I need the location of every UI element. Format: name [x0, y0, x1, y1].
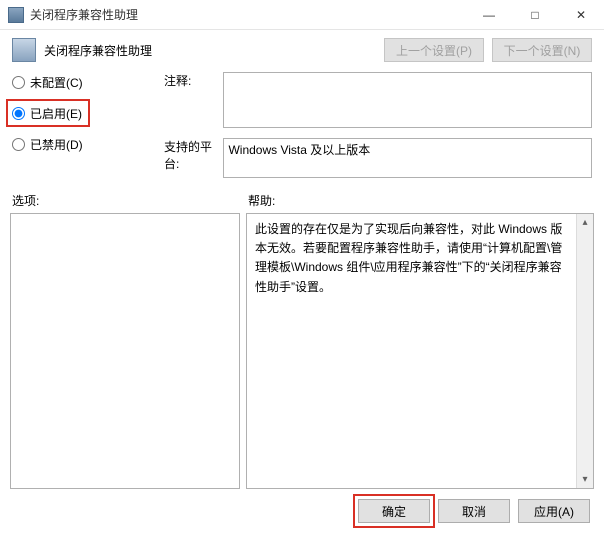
radio-disabled-label: 已禁用(D): [30, 136, 83, 153]
help-scrollbar[interactable]: ▴ ▾: [576, 214, 593, 488]
help-label: 帮助:: [248, 192, 592, 209]
options-label: 选项:: [12, 192, 248, 209]
title-bar: 关闭程序兼容性助理 — □ ✕: [0, 0, 604, 30]
next-setting-button[interactable]: 下一个设置(N): [492, 38, 592, 62]
apply-button[interactable]: 应用(A): [518, 499, 590, 523]
policy-title: 关闭程序兼容性助理: [44, 42, 376, 59]
platform-label: 支持的平台:: [164, 138, 215, 178]
cancel-button[interactable]: 取消: [438, 499, 510, 523]
fields-column: 注释: 支持的平台:: [164, 72, 592, 178]
window-title: 关闭程序兼容性助理: [30, 6, 466, 23]
comment-block: 注释:: [164, 72, 592, 128]
maximize-button[interactable]: □: [512, 0, 558, 29]
scroll-down-icon[interactable]: ▾: [577, 471, 593, 488]
radio-not-configured[interactable]: 未配置(C): [12, 74, 154, 91]
radio-enabled-input[interactable]: [12, 107, 25, 120]
platform-textarea: [223, 138, 592, 178]
help-text: 此设置的存在仅是为了实现后向兼容性，对此 Windows 版本无效。若要配置程序…: [255, 220, 585, 297]
config-area: 未配置(C) 已启用(E) 已禁用(D) 注释: 支持的平台:: [0, 70, 604, 182]
close-button[interactable]: ✕: [558, 0, 604, 29]
state-radio-group: 未配置(C) 已启用(E) 已禁用(D): [12, 72, 154, 178]
ok-button[interactable]: 确定: [358, 499, 430, 523]
comment-textarea[interactable]: [223, 72, 592, 128]
comment-label: 注释:: [164, 72, 215, 128]
platform-block: 支持的平台:: [164, 138, 592, 178]
policy-header: 关闭程序兼容性助理 上一个设置(P) 下一个设置(N): [0, 30, 604, 70]
scroll-up-icon[interactable]: ▴: [577, 214, 593, 231]
minimize-button[interactable]: —: [466, 0, 512, 29]
panels: 此设置的存在仅是为了实现后向兼容性，对此 Windows 版本无效。若要配置程序…: [0, 213, 604, 489]
section-labels: 选项: 帮助:: [0, 182, 604, 213]
radio-disabled[interactable]: 已禁用(D): [12, 136, 154, 153]
footer-buttons: 确定 取消 应用(A): [0, 489, 604, 533]
radio-not-configured-input[interactable]: [12, 76, 25, 89]
policy-icon: [12, 38, 36, 62]
app-icon: [8, 7, 24, 23]
prev-setting-button[interactable]: 上一个设置(P): [384, 38, 484, 62]
radio-enabled-label: 已启用(E): [30, 105, 82, 122]
radio-not-configured-label: 未配置(C): [30, 74, 83, 91]
radio-enabled[interactable]: 已启用(E): [12, 105, 154, 122]
help-panel: 此设置的存在仅是为了实现后向兼容性，对此 Windows 版本无效。若要配置程序…: [246, 213, 594, 489]
window-controls: — □ ✕: [466, 0, 604, 29]
options-panel: [10, 213, 240, 489]
radio-disabled-input[interactable]: [12, 138, 25, 151]
